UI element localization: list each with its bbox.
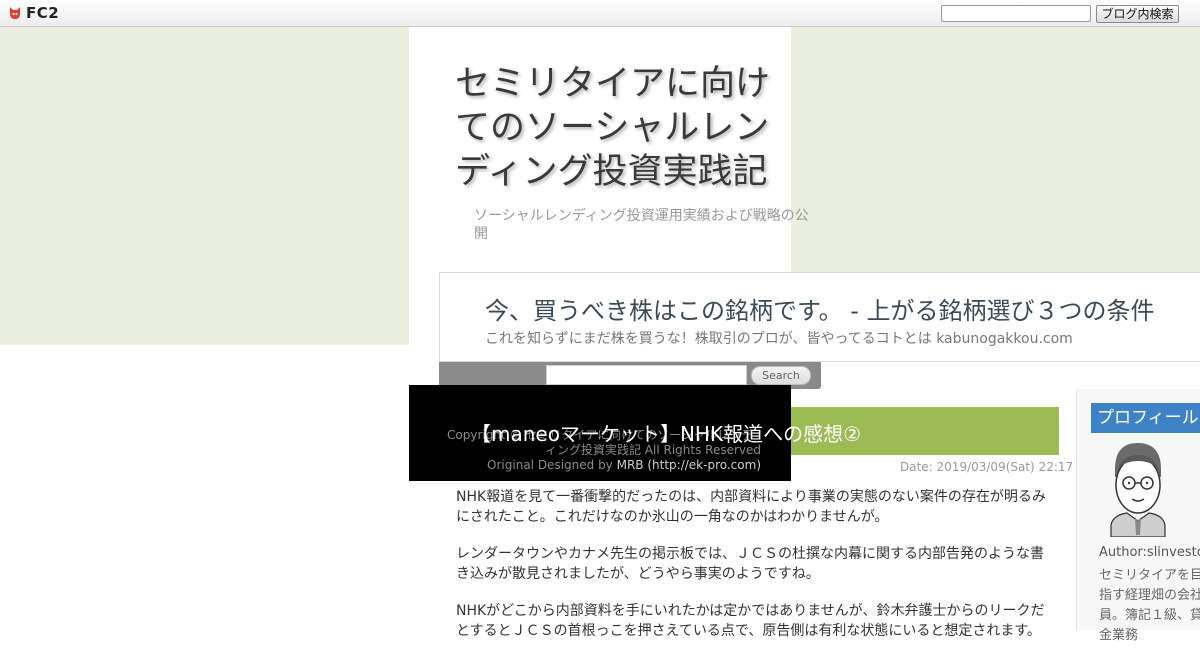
avatar — [1110, 443, 1166, 537]
left-background-panel — [0, 27, 409, 345]
blog-title[interactable]: セミリタイアに向けてのソーシャルレンディング投資実践記 — [455, 62, 795, 194]
search-input[interactable] — [546, 365, 747, 385]
fc2-toolbar: FC2 ブログ内検索 — [0, 0, 1200, 27]
ad-banner[interactable]: 今、買うべき株はこの銘柄です。 - 上がる銘柄選び３つの条件 これを知らずにまだ… — [439, 272, 1200, 362]
designer-link[interactable]: MRB (http://ek-pro.com) — [617, 458, 761, 472]
search-button[interactable]: Search — [751, 366, 811, 385]
blog-search-button[interactable]: ブログ内検索 — [1096, 5, 1179, 23]
article-title[interactable]: 【maneoマーケット】NHK報道への感想② — [409, 418, 923, 447]
fc2-fox-icon — [10, 7, 20, 19]
profile-author: Author:slinvestor — [1099, 545, 1200, 560]
article-paragraph: NHKがどこから内部資料を手にいれたかは定かではありませんが、鈴木弁護士からのリ… — [456, 603, 1045, 639]
profile-bio: セミリタイアを目指す経理畑の会社員。簿記１級、貸金業務 — [1099, 568, 1200, 643]
fc2-logo-text: FC2 — [26, 4, 60, 22]
designer-credit-prefix: Original Designed by — [487, 458, 617, 472]
fc2-logo[interactable]: FC2 — [7, 4, 59, 22]
article-date: Date: 2019/03/09(Sat) 22:17 — [900, 460, 1074, 474]
article-paragraph: NHK報道を見て一番衝撃的だったのは、内部資料により事業の実態のない案件の存在が… — [456, 489, 1046, 525]
article-body: NHK報道を見て一番衝撃的だったのは、内部資料により事業の実態のない案件の存在が… — [456, 487, 1056, 658]
ad-description: これを知らずにまだ株を買うな！株取引のプロが、皆やってるコトとは kabunog… — [485, 331, 1073, 347]
blog-search-input[interactable] — [941, 5, 1091, 22]
designer-credit: Original Designed by MRB (http://ek-pro.… — [409, 458, 791, 473]
right-background-panel — [791, 27, 1200, 272]
ad-title-link[interactable]: 今、買うべき株はこの銘柄です。 - 上がる銘柄選び３つの条件 — [485, 291, 1155, 326]
article-paragraph: レンダータウンやカナメ先生の掲示板では、ＪＣＳの杜撰な内幕に関する内部告発のよう… — [456, 546, 1044, 582]
profile-heading: プロフィール — [1091, 403, 1200, 433]
blog-subtitle: ソーシャルレンディング投資運用実績および戦略の公開 — [474, 208, 809, 242]
